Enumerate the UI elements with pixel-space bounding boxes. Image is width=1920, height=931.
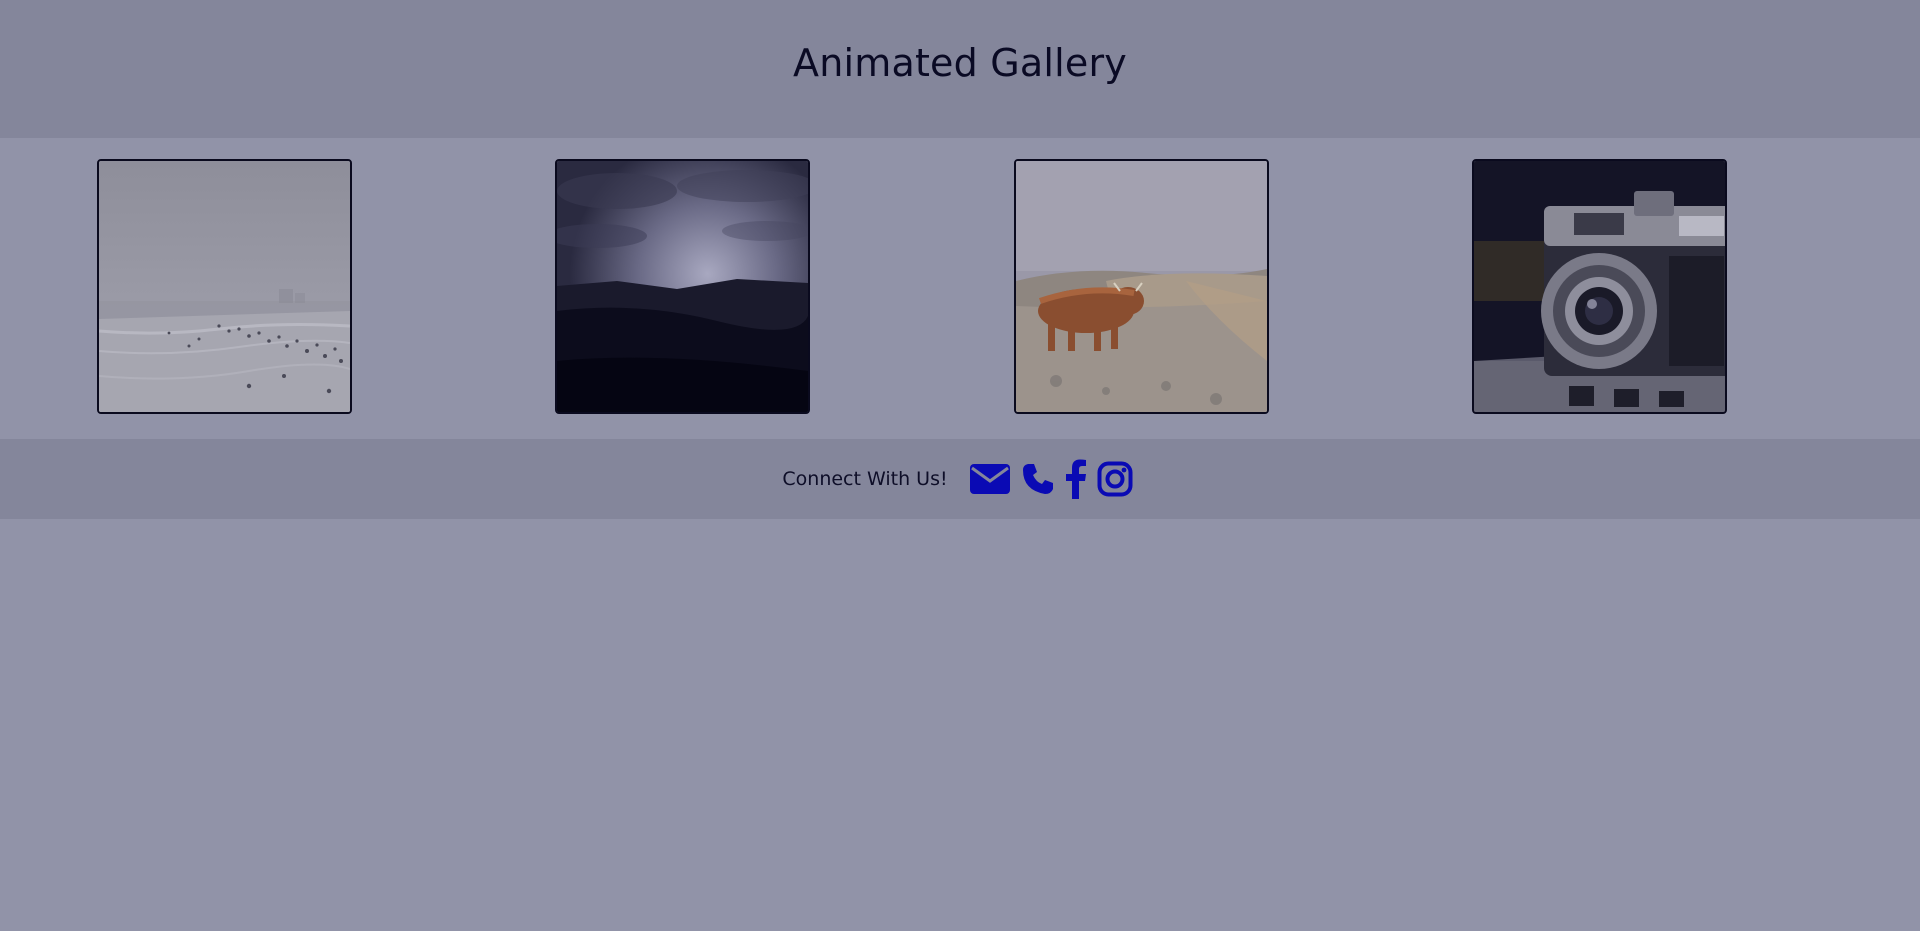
envelope-icon	[969, 464, 1010, 494]
gallery-photo-camera[interactable]	[1472, 159, 1727, 414]
cow-image	[1016, 161, 1267, 412]
instagram-link[interactable]	[1097, 461, 1133, 497]
page-footer: Connect With Us!	[0, 439, 1920, 519]
connect-label: Connect With Us!	[782, 468, 948, 490]
camera-image	[1474, 161, 1725, 412]
facebook-icon	[1065, 459, 1086, 499]
facebook-link[interactable]	[1065, 459, 1087, 499]
page-title: Animated Gallery	[793, 41, 1127, 85]
gallery	[0, 138, 1920, 439]
gallery-photo-cow[interactable]	[1014, 159, 1269, 414]
gallery-photo-sunset[interactable]	[555, 159, 810, 414]
instagram-icon	[1097, 461, 1133, 497]
gallery-photo-beach[interactable]	[97, 159, 352, 414]
email-link[interactable]	[969, 462, 1011, 496]
phone-icon	[1022, 464, 1053, 494]
phone-link[interactable]	[1021, 462, 1055, 496]
sunset-image	[557, 161, 808, 412]
page-header: Animated Gallery	[0, 0, 1920, 138]
beach-image	[99, 161, 350, 412]
